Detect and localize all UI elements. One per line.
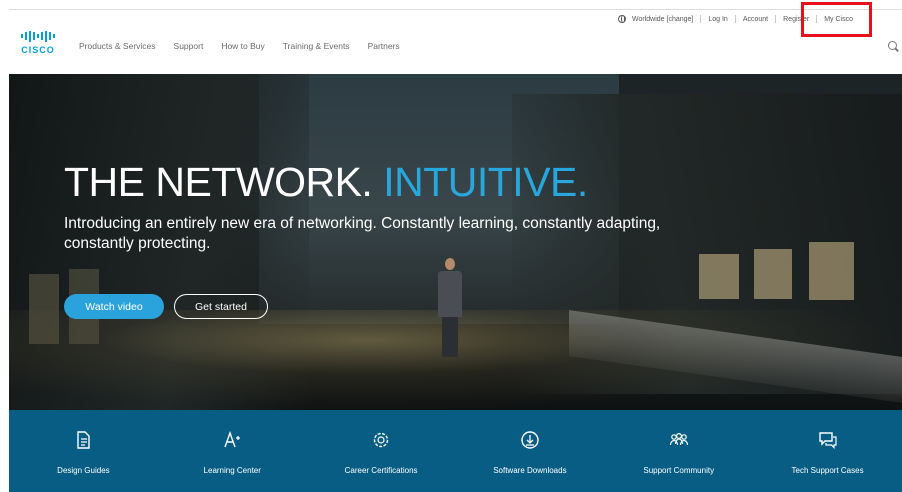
- cisco-logo-bars: [14, 30, 62, 42]
- quick-link-label: Software Downloads: [493, 466, 567, 475]
- hero-window: [754, 249, 792, 299]
- hero-person: [437, 258, 463, 358]
- header-divider: [9, 9, 902, 10]
- hero-window: [809, 242, 854, 300]
- get-started-button[interactable]: Get started: [174, 294, 268, 319]
- cisco-logo[interactable]: CISCO: [14, 30, 62, 58]
- register-highlight-box: [801, 2, 872, 37]
- chat-icon: [818, 432, 837, 449]
- quick-link-label: Design Guides: [57, 466, 110, 475]
- download-icon: [521, 431, 539, 449]
- nav-how-to-buy[interactable]: How to Buy: [221, 41, 264, 51]
- nav-products-services[interactable]: Products & Services: [79, 41, 156, 51]
- document-icon: [77, 431, 91, 449]
- hero-title: THE NETWORK. INTUITIVE.: [64, 159, 588, 206]
- utility-separator: [775, 15, 777, 23]
- hero-subtitle: Introducing an entirely new era of netwo…: [64, 215, 661, 252]
- community-icon: [669, 432, 688, 446]
- hero-title-main: THE NETWORK.: [64, 159, 384, 205]
- quick-link-label: Support Community: [643, 466, 715, 475]
- quick-link-career-certifications[interactable]: Career Certifications: [307, 410, 456, 492]
- account-link[interactable]: Account: [743, 16, 768, 23]
- quick-links-bar: Design Guides Learning Center Career Cer…: [9, 410, 902, 492]
- quick-link-learning-center[interactable]: Learning Center: [158, 410, 307, 492]
- globe-icon: [618, 15, 626, 23]
- quick-link-label: Learning Center: [203, 466, 261, 475]
- quick-link-label: Career Certifications: [344, 466, 418, 475]
- certificate-icon: [373, 432, 389, 448]
- main-nav: Products & Services Support How to Buy T…: [79, 41, 418, 51]
- watch-video-button[interactable]: Watch video: [64, 294, 164, 319]
- cisco-logo-text: CISCO: [21, 45, 55, 55]
- utility-separator: [700, 15, 702, 23]
- quick-link-label: Tech Support Cases: [791, 466, 864, 475]
- quick-link-support-community[interactable]: Support Community: [604, 410, 753, 492]
- utility-separator: [734, 15, 736, 23]
- hero-title-accent: INTUITIVE.: [383, 159, 588, 205]
- hero-window: [699, 254, 739, 299]
- nav-training-events[interactable]: Training & Events: [283, 41, 350, 51]
- quick-link-design-guides[interactable]: Design Guides: [9, 410, 158, 492]
- hero-banner: THE NETWORK. INTUITIVE. Introducing an e…: [9, 74, 902, 410]
- login-link[interactable]: Log In: [708, 16, 727, 23]
- quick-link-tech-support-cases[interactable]: Tech Support Cases: [753, 410, 902, 492]
- learning-icon: [224, 430, 241, 448]
- quick-link-software-downloads[interactable]: Software Downloads: [455, 410, 604, 492]
- search-icon[interactable]: [888, 41, 897, 50]
- nav-partners[interactable]: Partners: [368, 41, 400, 51]
- nav-support[interactable]: Support: [174, 41, 204, 51]
- worldwide-link[interactable]: Worldwide [change]: [632, 16, 693, 23]
